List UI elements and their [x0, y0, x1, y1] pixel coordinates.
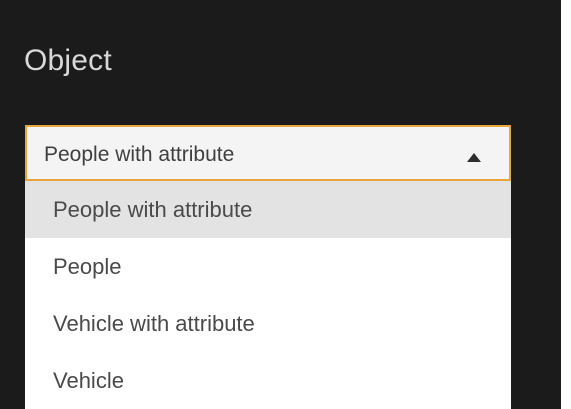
right-edge-strip [561, 0, 571, 409]
caret-up-icon[interactable] [467, 149, 481, 162]
option-label: People with attribute [53, 197, 253, 222]
option-people[interactable]: People [25, 238, 511, 295]
option-label: Vehicle [53, 368, 124, 393]
option-label: Vehicle with attribute [53, 311, 255, 336]
object-options-list: People with attribute People Vehicle wit… [25, 181, 511, 409]
object-section-title: Object [24, 44, 112, 77]
option-vehicle-with-attribute[interactable]: Vehicle with attribute [25, 295, 511, 352]
option-vehicle[interactable]: Vehicle [25, 352, 511, 409]
selected-object-value: People with attribute [44, 143, 235, 166]
option-label: People [53, 254, 122, 279]
object-type-select[interactable]: People with attribute [25, 125, 511, 181]
option-people-with-attribute[interactable]: People with attribute [25, 181, 511, 238]
object-filter-panel: Object People with attribute People with… [0, 0, 571, 409]
